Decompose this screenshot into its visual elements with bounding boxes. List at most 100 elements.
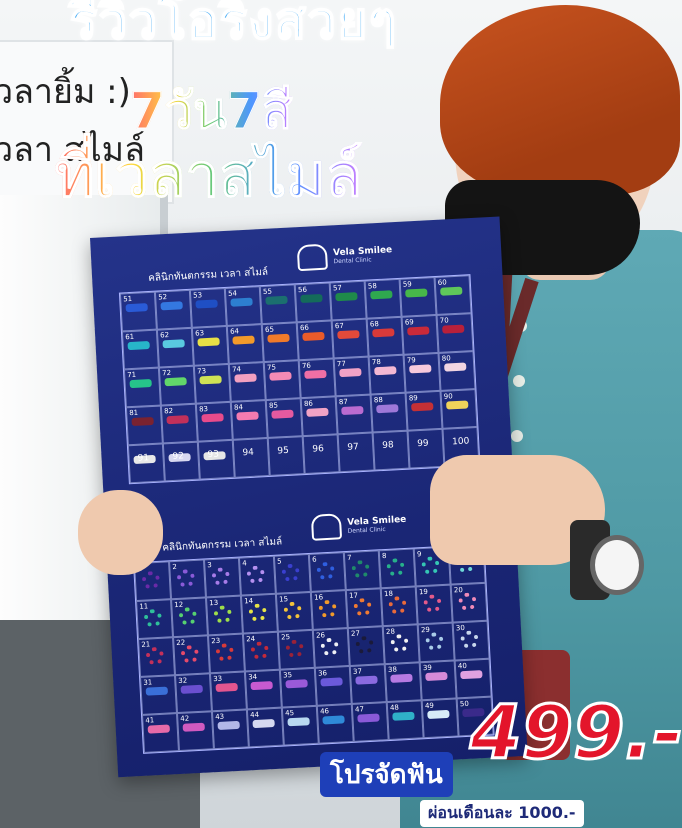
oring-sample bbox=[316, 561, 336, 581]
left-hand bbox=[78, 490, 163, 575]
color-cell: 75 bbox=[263, 360, 301, 401]
color-cell: 15 bbox=[275, 591, 313, 632]
color-number: 78 bbox=[371, 357, 382, 367]
color-cell: 30 bbox=[452, 620, 490, 661]
elastic-sample bbox=[217, 720, 240, 730]
elastic-sample bbox=[230, 297, 253, 307]
elastic-sample bbox=[145, 686, 169, 696]
elastic-sample bbox=[265, 295, 288, 305]
color-number: 93 bbox=[207, 449, 220, 461]
color-cell: 12 bbox=[171, 597, 208, 638]
color-number: 87 bbox=[338, 397, 349, 407]
elastic-sample bbox=[162, 339, 185, 349]
color-number: 98 bbox=[382, 440, 394, 451]
color-cell: 80 bbox=[438, 351, 476, 391]
color-cell: 3 bbox=[203, 557, 241, 598]
color-cell: 62 bbox=[156, 327, 194, 368]
color-number: 85 bbox=[268, 401, 279, 410]
elastic-sample bbox=[374, 366, 397, 376]
color-cell: 52 bbox=[154, 289, 192, 330]
oring-sample bbox=[425, 632, 445, 651]
color-number: 40 bbox=[457, 661, 468, 671]
promo-label: โปรจัดฟัน bbox=[320, 752, 453, 797]
color-grid-51-100: 51 52 53 54 55 56 57 58 59 60 61 62 63 64 65 66 67 68 69 70… bbox=[118, 274, 481, 485]
color-cell: 77 bbox=[333, 356, 371, 397]
color-cell: 35 bbox=[279, 667, 317, 708]
elastic-sample bbox=[127, 341, 150, 351]
elastic-sample bbox=[271, 409, 294, 419]
color-number: 5 bbox=[276, 557, 282, 566]
color-number: 81 bbox=[129, 408, 139, 418]
color-cell: 87 bbox=[335, 394, 373, 435]
color-cell: 6 bbox=[308, 552, 346, 592]
color-cell: 78 bbox=[368, 354, 406, 395]
oring-sample bbox=[180, 644, 200, 664]
elastic-sample bbox=[287, 717, 310, 727]
color-number: 71 bbox=[127, 370, 137, 380]
oring-sample bbox=[351, 559, 371, 579]
color-number: 62 bbox=[159, 330, 170, 340]
elastic-sample bbox=[267, 333, 290, 343]
elastic-sample bbox=[232, 335, 255, 345]
color-cell: 8 bbox=[378, 548, 416, 589]
color-number: 44 bbox=[249, 710, 260, 720]
color-number: 96 bbox=[312, 444, 325, 455]
color-cell: 74 bbox=[228, 362, 266, 402]
oring-sample bbox=[460, 630, 480, 650]
color-cell: 44 bbox=[246, 707, 284, 748]
elastic-sample bbox=[300, 293, 323, 304]
elastic-sample bbox=[442, 324, 465, 334]
color-cell: 5 bbox=[273, 553, 311, 594]
color-number: 38 bbox=[387, 665, 398, 674]
color-cell: 84 bbox=[230, 400, 268, 440]
elastic-sample bbox=[285, 679, 308, 689]
color-number: 61 bbox=[125, 332, 135, 342]
oring-sample bbox=[353, 597, 373, 617]
tooth-logo-icon bbox=[310, 513, 343, 541]
color-cell: 76 bbox=[298, 358, 336, 399]
color-number: 52 bbox=[157, 293, 168, 302]
color-number: 9 bbox=[416, 550, 422, 559]
color-cell: 33 bbox=[209, 671, 247, 712]
elastic-sample bbox=[372, 328, 395, 338]
color-cell: 32 bbox=[174, 673, 212, 714]
color-cell: 66 bbox=[296, 320, 334, 361]
oring-sample bbox=[458, 592, 478, 612]
color-number: 8 bbox=[381, 551, 387, 561]
color-cell: 67 bbox=[331, 318, 369, 359]
elastic-sample bbox=[425, 671, 448, 682]
promo-banner: โปรจัดฟัน 499.- ผ่อนเดือนละ 1000.- bbox=[320, 689, 682, 828]
color-number: 76 bbox=[301, 361, 312, 371]
color-number: 95 bbox=[277, 445, 290, 457]
elastic-sample bbox=[440, 286, 463, 296]
oring-sample bbox=[318, 599, 338, 619]
color-number: 72 bbox=[161, 368, 172, 378]
color-cell: 54 bbox=[224, 286, 262, 326]
promo-installment: ผ่อนเดือนละ 1000.- bbox=[420, 800, 584, 827]
oring-sample bbox=[176, 568, 196, 588]
elastic-sample bbox=[180, 684, 203, 694]
photo-scene: วลายิ้ม :) วลา สไมล์ Vela Smilee Dental … bbox=[0, 0, 682, 828]
color-number: 33 bbox=[213, 674, 223, 684]
color-cell: 58 bbox=[364, 278, 402, 319]
color-number: 77 bbox=[336, 359, 347, 369]
oring-sample bbox=[178, 606, 198, 626]
color-cell: 65 bbox=[261, 322, 299, 363]
clinic-name: คลินิกทันตกรรม เวลา สไมล์ bbox=[147, 266, 269, 285]
elastic-sample bbox=[405, 288, 428, 298]
color-cell: 43 bbox=[211, 709, 249, 750]
elastic-sample bbox=[335, 292, 358, 302]
color-cell: 23 bbox=[207, 633, 245, 674]
color-cell: 73 bbox=[193, 363, 231, 404]
color-number: 39 bbox=[422, 663, 433, 673]
color-number: 67 bbox=[334, 321, 345, 331]
elastic-sample bbox=[201, 413, 224, 423]
oring-sample bbox=[320, 637, 340, 657]
color-number: 90 bbox=[443, 392, 453, 401]
wall-sign-line-1: วลายิ้ม :) bbox=[0, 72, 131, 112]
elastic-sample bbox=[376, 404, 399, 414]
color-cell: 81 bbox=[125, 405, 163, 446]
oring-sample bbox=[215, 643, 235, 662]
oring-sample bbox=[355, 635, 375, 655]
elastic-sample bbox=[250, 681, 273, 691]
